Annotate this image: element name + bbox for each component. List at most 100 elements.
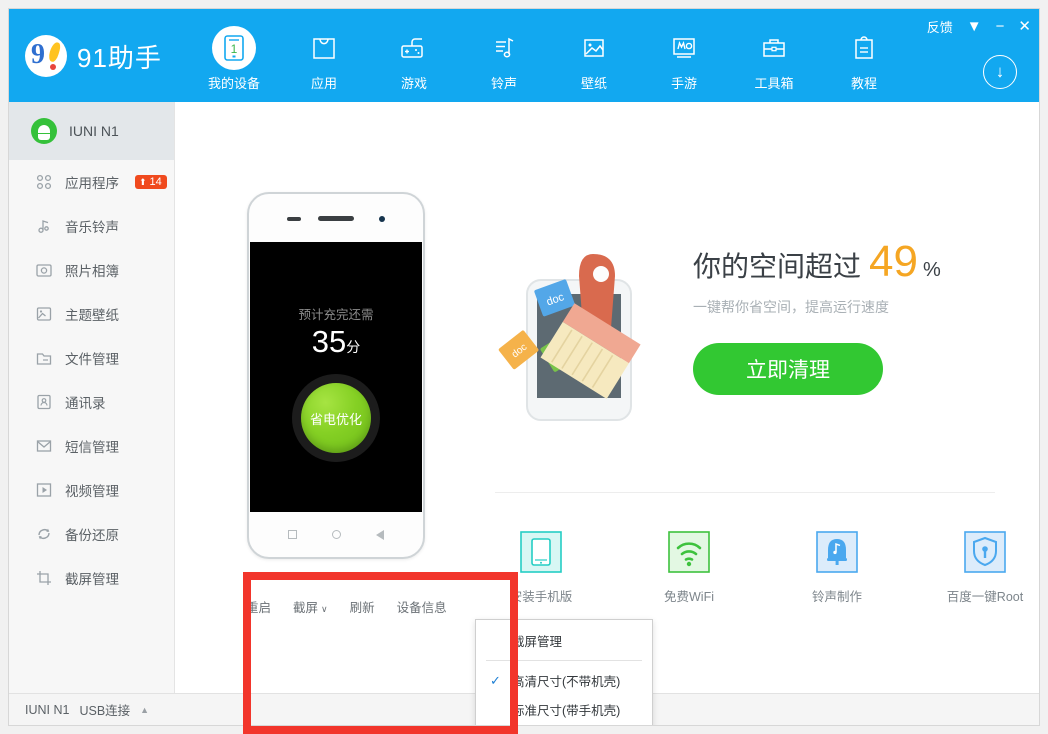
nav-label: 教程 (850, 76, 877, 91)
nav-label: 我的设备 (207, 76, 260, 91)
sidebar-item-wallpaper[interactable]: 主题壁纸 (9, 292, 174, 336)
cleanup-promo-text: 你的空间超过 49 % 一键帮你省空间，提高运行速度 立即清理 (693, 240, 1013, 395)
chevron-down-icon[interactable]: ▼ (967, 19, 982, 34)
nav-item-tutorial[interactable]: 教程 (819, 27, 909, 92)
bell-icon (815, 530, 859, 574)
reboot-button[interactable]: 重启 (246, 597, 271, 616)
nav-label: 手游 (670, 76, 697, 91)
nav-label: 应用 (310, 76, 337, 91)
nav-item-toolbox[interactable]: 工具箱 (729, 27, 819, 92)
shield-icon (963, 530, 1007, 574)
menu-item-label: 截屏管理 (512, 635, 563, 649)
picture-icon (549, 27, 639, 69)
status-connection[interactable]: USB连接 (79, 700, 130, 719)
minimize-button[interactable]: − (996, 19, 1005, 34)
nav-item-apps[interactable]: 应用 (279, 27, 369, 92)
status-badge: ⬆ 14 (135, 175, 167, 189)
device-info-button[interactable]: 设备信息 (397, 597, 447, 616)
sidebar-device-name: IUNI N1 (69, 123, 119, 139)
tool-install-mobile[interactable]: 安装手机版 (495, 530, 587, 605)
nav-item-ringtones[interactable]: 铃声 (459, 27, 549, 92)
logo-dot-shape (50, 64, 56, 70)
camera-icon (35, 261, 53, 279)
sidebar-item-label: 音乐铃声 (65, 220, 119, 235)
svg-text:1: 1 (231, 42, 238, 56)
nav-item-my-device[interactable]: 1 我的设备 (189, 26, 279, 92)
nav-label: 铃声 (490, 76, 517, 91)
screenshot-button[interactable]: 截屏 ∨ (293, 597, 328, 616)
promo-percent-sign: % (922, 259, 941, 281)
app-window: 9 91助手 1 我的设备 应用 游戏 铃声 壁纸 手游 工具箱 教程 反馈 ▼… (0, 0, 1048, 734)
menu-item-standard-size[interactable]: 标准尺寸(带手机壳) (476, 695, 652, 724)
promo-headline-row: 你的空间超过 49 % (693, 240, 1013, 285)
contact-icon (35, 393, 53, 411)
power-optimize-ring: 省电优化 (292, 374, 380, 462)
android-icon (31, 118, 57, 144)
sidebar: IUNI N1 应用程序 ⬆ 14 音乐铃声 照片相簿 主题壁纸 文件管理 通讯… (9, 102, 175, 695)
nav-item-mobile-games[interactable]: 手游 (639, 27, 729, 92)
battery-minutes: 35 (311, 324, 347, 359)
sidebar-item-video[interactable]: 视频管理 (9, 468, 174, 512)
app-title: 91助手 (77, 42, 162, 73)
window-controls: 反馈 ▼ − ✕ (927, 17, 1031, 36)
sidebar-item-label: 文件管理 (65, 352, 119, 367)
sidebar-device-header[interactable]: IUNI N1 (9, 102, 174, 160)
feedback-button[interactable]: 反馈 (927, 17, 953, 36)
phone-screen[interactable]: 预计充完还需 35分 省电优化 (250, 242, 422, 512)
tool-label: 免费WiFi (664, 590, 714, 604)
nav-item-wallpaper[interactable]: 壁纸 (549, 27, 639, 92)
chevron-up-icon[interactable]: ▲ (140, 705, 149, 715)
power-optimize-button[interactable]: 省电优化 (301, 383, 371, 453)
close-button[interactable]: ✕ (1018, 19, 1031, 34)
phone-speaker (318, 216, 354, 221)
sidebar-item-label: 照片相簿 (65, 264, 119, 279)
menu-item-hd-size[interactable]: ✓ 高清尺寸(不带机壳) (476, 666, 652, 695)
music-note-icon (459, 27, 549, 69)
phone-camera (379, 216, 385, 222)
sidebar-item-files[interactable]: 文件管理 (9, 336, 174, 380)
envelope-icon (35, 437, 53, 455)
nav-label: 工具箱 (754, 76, 794, 91)
badge-count: 14 (149, 176, 162, 188)
device-toolbar: 重启 截屏 ∨ 刷新 设备信息 (246, 597, 447, 616)
gamepad-icon (369, 27, 459, 69)
promo-subtitle: 一键帮你省空间，提高运行速度 (693, 299, 889, 315)
tool-label: 安装手机版 (509, 590, 573, 604)
android-recents-icon (288, 530, 298, 539)
nav-item-games[interactable]: 游戏 (369, 27, 459, 92)
tablet-icon (519, 530, 563, 574)
promo-percent-value: 49 (869, 237, 918, 286)
sidebar-item-music[interactable]: 音乐铃声 (9, 204, 174, 248)
download-icon[interactable]: ↓ (983, 55, 1017, 89)
menu-item-screenshot-manage[interactable]: 截屏管理 (476, 626, 652, 655)
sidebar-item-label: 通讯录 (65, 396, 106, 411)
play-icon (35, 481, 53, 499)
folder-icon (35, 349, 53, 367)
sidebar-item-label: 截屏管理 (65, 572, 119, 587)
tool-baidu-root[interactable]: 百度一键Root (939, 530, 1031, 605)
tool-label: 百度一键Root (946, 590, 1024, 604)
android-home-icon (331, 530, 341, 539)
sidebar-item-backup[interactable]: 备份还原 (9, 512, 174, 556)
promo-headline: 你的空间超过 (693, 251, 862, 282)
sidebar-item-screenshot[interactable]: 截屏管理 (9, 556, 174, 600)
tool-ringtone-maker[interactable]: 铃声制作 (791, 530, 883, 605)
app-logo[interactable]: 9 91助手 (25, 35, 162, 77)
refresh-button[interactable]: 刷新 (350, 597, 375, 616)
sidebar-item-contacts[interactable]: 通讯录 (9, 380, 174, 424)
sidebar-item-apps[interactable]: 应用程序 ⬆ 14 (9, 160, 174, 204)
sidebar-item-label: 视频管理 (65, 484, 119, 499)
menu-separator (486, 660, 642, 661)
logo-mark-icon: 9 (25, 35, 67, 77)
clean-now-button[interactable]: 立即清理 (693, 343, 883, 395)
chevron-down-icon: ∨ (321, 604, 328, 614)
music-icon (35, 217, 53, 235)
phone-preview[interactable]: 预计充完还需 35分 省电优化 (247, 192, 425, 559)
sidebar-item-photos[interactable]: 照片相簿 (9, 248, 174, 292)
tool-free-wifi[interactable]: 免费WiFi (643, 530, 735, 605)
check-icon: ✓ (490, 672, 501, 688)
bag-icon (279, 27, 369, 69)
sidebar-item-sms[interactable]: 短信管理 (9, 424, 174, 468)
nav-label: 游戏 (400, 76, 427, 91)
toolbox-icon (729, 27, 819, 69)
